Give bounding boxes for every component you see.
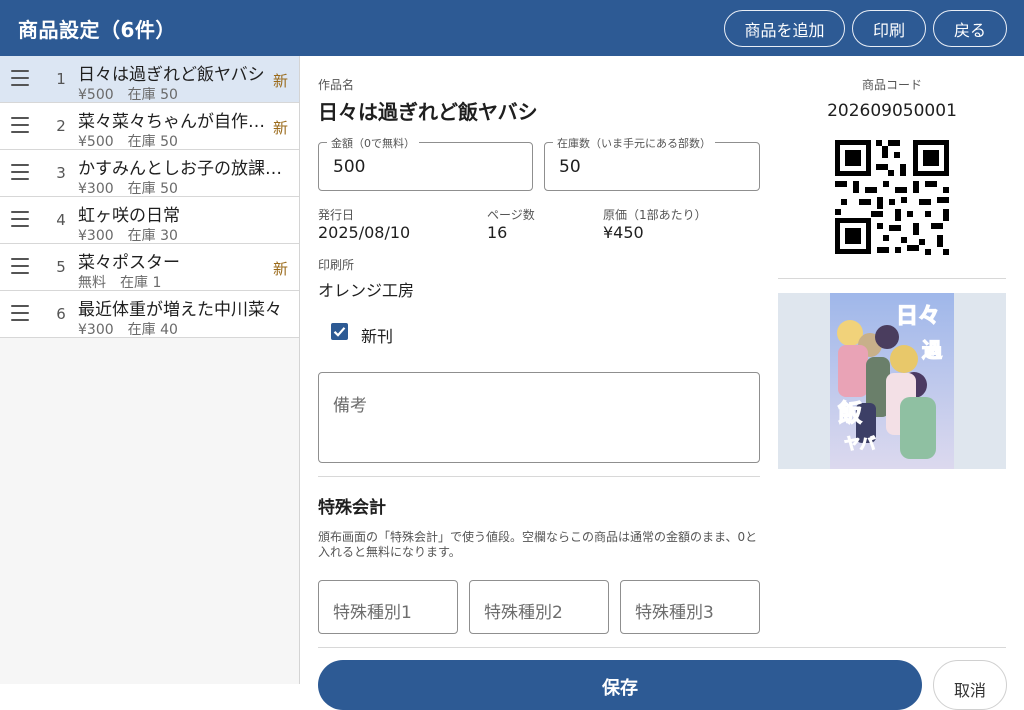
svg-text:飯: 飯 — [837, 399, 862, 427]
save-button[interactable]: 保存 — [318, 660, 922, 710]
special-accounting-description: 頒布画面の「特殊会計」で使う値段。空欄ならこの商品は通常の金額のまま、0と入れる… — [318, 530, 758, 559]
pages-label: ページ数 — [487, 208, 535, 222]
special-type-1-placeholder: 特殊種別1 — [333, 603, 412, 623]
printer-value: オレンジ工房 — [318, 281, 415, 300]
product-list-item[interactable]: 6 最近体重が増えた中川菜々 ¥300 在庫 40 — [0, 291, 299, 338]
section-divider — [318, 476, 760, 477]
new-badge: 新 — [272, 260, 288, 278]
print-button[interactable]: 印刷 — [852, 10, 926, 47]
new-badge: 新 — [272, 119, 288, 137]
item-number: 5 — [56, 258, 66, 276]
drag-handle-icon[interactable] — [11, 70, 29, 86]
product-code-value: 202609050001 — [827, 101, 957, 121]
item-name: 最近体重が増えた中川菜々 — [78, 300, 282, 320]
special-type-3-input[interactable]: 特殊種別3 — [620, 580, 760, 634]
notes-placeholder: 備考 — [333, 396, 367, 416]
item-name: 虹ヶ咲の日常 — [78, 206, 180, 226]
item-meta: ¥300 在庫 30 — [78, 228, 178, 244]
item-number: 1 — [56, 70, 66, 88]
drag-handle-icon[interactable] — [11, 258, 29, 274]
item-number: 4 — [56, 211, 66, 229]
new-release-checkbox[interactable] — [331, 323, 348, 340]
date-label: 発行日 — [318, 208, 355, 222]
svg-text:日々: 日々 — [896, 304, 940, 329]
stock-field[interactable]: 在庫数（いま手元にある部数） 50 — [544, 135, 760, 191]
item-name: かすみんとしお子の放課… — [78, 159, 282, 179]
new-release-label[interactable]: 新刊 — [361, 323, 393, 347]
stock-value: 50 — [559, 157, 581, 177]
cost-label: 原価（1部あたり） — [603, 208, 707, 222]
item-meta: 無料 在庫 1 — [78, 275, 162, 291]
new-badge: 新 — [272, 72, 288, 90]
special-type-1-input[interactable]: 特殊種別1 — [318, 580, 458, 634]
drag-handle-icon[interactable] — [11, 117, 29, 133]
product-code-label: 商品コード — [861, 78, 922, 92]
cover-illustration: 日々 過 飯 ヤバ — [830, 293, 954, 469]
footer-divider — [318, 647, 1006, 648]
product-list-item[interactable]: 4 虹ヶ咲の日常 ¥300 在庫 30 — [0, 197, 299, 244]
special-type-3-placeholder: 特殊種別3 — [635, 603, 714, 623]
special-accounting-heading: 特殊会計 — [318, 498, 386, 518]
add-product-button[interactable]: 商品を追加 — [724, 10, 845, 47]
qr-code-image — [826, 131, 958, 263]
drag-handle-icon[interactable] — [11, 305, 29, 321]
product-list-item[interactable]: 5 菜々ポスター 無料 在庫 1 新 — [0, 244, 299, 291]
special-type-2-placeholder: 特殊種別2 — [484, 603, 563, 623]
drag-handle-icon[interactable] — [11, 211, 29, 227]
drag-handle-icon[interactable] — [11, 164, 29, 180]
product-list-item[interactable]: 2 菜々菜々ちゃんが自作… ¥500 在庫 50 新 — [0, 103, 299, 150]
cancel-button[interactable]: 取消 — [933, 660, 1007, 710]
cover-image-container: 日々 過 飯 ヤバ — [778, 293, 1006, 469]
product-list: 1 日々は過ぎれど飯ヤバシ ¥500 在庫 50 新 2 菜々菜々ちゃんが自作…… — [0, 56, 300, 684]
price-value: 500 — [333, 157, 366, 177]
item-number: 3 — [56, 164, 66, 182]
item-name: 菜々菜々ちゃんが自作… — [78, 112, 265, 132]
item-number: 2 — [56, 117, 66, 135]
right-divider — [778, 278, 1006, 279]
svg-text:ヤバ: ヤバ — [844, 434, 876, 453]
item-name: 菜々ポスター — [78, 253, 180, 273]
item-meta: ¥500 在庫 50 — [78, 87, 178, 103]
cover-image: 日々 過 飯 ヤバ — [830, 293, 954, 469]
app-header: 商品設定（6件） 商品を追加 印刷 戻る — [0, 0, 1024, 56]
qr-code-graphic — [826, 131, 958, 263]
item-meta: ¥300 在庫 50 — [78, 181, 178, 197]
item-meta: ¥300 在庫 40 — [78, 322, 178, 338]
special-type-2-input[interactable]: 特殊種別2 — [469, 580, 609, 634]
notes-textarea[interactable]: 備考 — [318, 372, 760, 463]
svg-text:過: 過 — [922, 338, 943, 362]
printer-label: 印刷所 — [318, 258, 355, 272]
date-value: 2025/08/10 — [318, 223, 411, 242]
work-title: 日々は過ぎれど飯ヤバシ — [318, 100, 538, 124]
cost-value: ¥450 — [603, 223, 644, 242]
product-list-item[interactable]: 1 日々は過ぎれど飯ヤバシ ¥500 在庫 50 新 — [0, 56, 299, 103]
item-number: 6 — [56, 305, 66, 323]
item-meta: ¥500 在庫 50 — [78, 134, 178, 150]
back-button[interactable]: 戻る — [933, 10, 1007, 47]
check-icon — [333, 327, 346, 337]
product-list-item[interactable]: 3 かすみんとしお子の放課… ¥300 在庫 50 — [0, 150, 299, 197]
work-name-label: 作品名 — [318, 78, 355, 92]
item-name: 日々は過ぎれど飯ヤバシ — [78, 65, 265, 85]
page-title: 商品設定（6件） — [18, 17, 176, 42]
price-field[interactable]: 金額（0で無料） 500 — [318, 135, 533, 191]
stock-field-label: 在庫数（いま手元にある部数） — [553, 135, 715, 151]
pages-value: 16 — [487, 223, 508, 242]
price-field-label: 金額（0で無料） — [327, 135, 419, 151]
